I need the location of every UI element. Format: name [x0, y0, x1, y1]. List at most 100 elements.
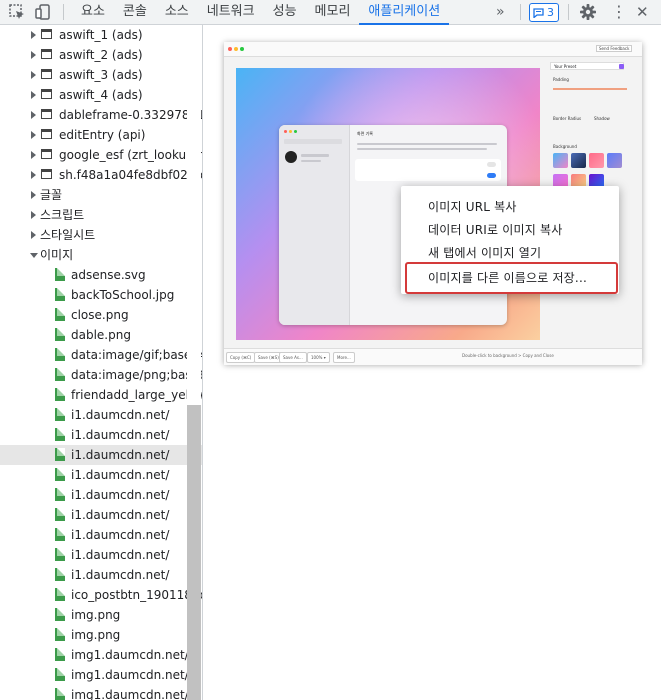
- tree-item-image[interactable]: i1.daumcdn.net/: [0, 485, 202, 505]
- menu-item-copy-image-url[interactable]: 이미지 URL 복사: [428, 198, 517, 215]
- tree-item-frame[interactable]: sh.f48a1a04fe8dbf021b4: [0, 165, 202, 185]
- tree-item-image[interactable]: img1.daumcdn.net/: [0, 665, 202, 685]
- tree-item-label: img.png: [71, 628, 121, 642]
- toolbar-separator: [520, 4, 521, 20]
- tree-item-image[interactable]: backToSchool.jpg: [0, 285, 202, 305]
- image-file-icon: [55, 628, 65, 641]
- tree-item-label: i1.daumcdn.net/: [71, 528, 170, 542]
- image-file-icon: [55, 528, 65, 541]
- tab-console[interactable]: 콘솔: [114, 0, 156, 24]
- more-tabs-button[interactable]: »: [496, 0, 505, 24]
- tree-item-label: data:image/gif;base64,: [71, 348, 203, 362]
- tree-item-image[interactable]: i1.daumcdn.net/: [0, 405, 202, 425]
- tree-item-image[interactable]: i1.daumcdn.net/: [0, 465, 202, 485]
- image-file-icon: [55, 288, 65, 301]
- tree-item-label: img1.daumcdn.net/: [71, 648, 189, 662]
- image-file-icon: [55, 328, 65, 341]
- tree-item-frame[interactable]: editEntry (api): [0, 125, 202, 145]
- tree-item-image[interactable]: ico_postbtn_190118.png: [0, 585, 202, 605]
- tab-network[interactable]: 네트워크: [198, 0, 264, 24]
- tab-performance[interactable]: 성능: [264, 0, 306, 24]
- chevron-right-icon: [31, 211, 36, 219]
- message-icon: [533, 7, 544, 18]
- tree-item-image[interactable]: i1.daumcdn.net/: [0, 445, 202, 465]
- tree-item-label: img.png: [71, 608, 121, 622]
- devtools-tabs: 요소 콘솔 소스 네트워크 성능 메모리 애플리케이션: [72, 0, 449, 25]
- gear-icon[interactable]: [579, 3, 597, 21]
- tree-group-label: 스타일시트: [40, 228, 96, 242]
- tree-scrollbar-thumb[interactable]: [187, 405, 201, 700]
- inspect-element-icon[interactable]: [8, 3, 26, 21]
- tree-item-image[interactable]: data:image/png;base64,: [0, 365, 202, 385]
- tree-item-frame[interactable]: dableframe-0.332978619: [0, 105, 202, 125]
- tab-elements[interactable]: 요소: [72, 0, 114, 24]
- tree-item-image[interactable]: img.png: [0, 605, 202, 625]
- tree-item-label: close.png: [71, 308, 129, 322]
- image-file-icon: [55, 508, 65, 521]
- frame-icon: [41, 49, 52, 59]
- messages-badge[interactable]: 3: [529, 3, 559, 22]
- tree-group[interactable]: 스크립트: [0, 205, 202, 225]
- tab-memory[interactable]: 메모리: [306, 0, 360, 24]
- tree-item-label: i1.daumcdn.net/: [71, 408, 170, 422]
- menu-item-copy-data-uri[interactable]: 데이터 URI로 이미지 복사: [428, 221, 562, 238]
- tree-item-image[interactable]: img1.daumcdn.net/: [0, 645, 202, 665]
- tree-item-image[interactable]: i1.daumcdn.net/: [0, 505, 202, 525]
- tree-group[interactable]: 글꼴: [0, 185, 202, 205]
- close-icon[interactable]: ✕: [636, 0, 649, 24]
- tree-item-image[interactable]: adsense.svg: [0, 265, 202, 285]
- tree-item-frame[interactable]: aswift_4 (ads): [0, 85, 202, 105]
- tree-item-image[interactable]: i1.daumcdn.net/: [0, 425, 202, 445]
- device-toolbar-icon[interactable]: [35, 3, 53, 21]
- tab-sources[interactable]: 소스: [156, 0, 198, 24]
- chevron-right-icon: [31, 51, 36, 59]
- tree-item-label: dableframe-0.332978619: [59, 108, 203, 122]
- tree-item-image[interactable]: data:image/gif;base64,: [0, 345, 202, 365]
- tree-item-label: aswift_1 (ads): [59, 28, 143, 42]
- tree-item-label: i1.daumcdn.net/: [71, 508, 170, 522]
- tree-group[interactable]: 스타일시트: [0, 225, 202, 245]
- frame-icon: [41, 69, 52, 79]
- tree-item-label: i1.daumcdn.net/: [71, 448, 170, 462]
- tree-group-images[interactable]: 이미지: [0, 245, 202, 265]
- tree-item-label: aswift_4 (ads): [59, 88, 143, 102]
- tree-item-image[interactable]: img.png: [0, 625, 202, 645]
- preview-bottom-bar: Copy (⌘C) Save (⌘S) Save As... 100% ▾ Mo…: [224, 348, 642, 365]
- highlight-box: [405, 262, 618, 294]
- image-file-icon: [55, 588, 65, 601]
- frame-icon: [41, 169, 52, 179]
- tree-group-label: 스크립트: [40, 208, 85, 222]
- tree-item-label: img1.daumcdn.net/: [71, 668, 189, 682]
- tree-item-image[interactable]: i1.daumcdn.net/: [0, 545, 202, 565]
- tree-item-image[interactable]: close.png: [0, 305, 202, 325]
- settings-window-title: 화면 기록: [357, 131, 373, 136]
- kebab-menu-icon[interactable]: ⋮: [611, 0, 627, 24]
- devtools-toolbar: 요소 콘솔 소스 네트워크 성능 메모리 애플리케이션 » 3 ⋮ ✕: [0, 0, 661, 25]
- tree-item-frame[interactable]: aswift_1 (ads): [0, 25, 202, 45]
- tree-item-image[interactable]: i1.daumcdn.net/: [0, 565, 202, 585]
- chevron-right-icon: [31, 191, 36, 199]
- image-file-icon: [55, 268, 65, 281]
- tree-item-frame[interactable]: google_esf (zrt_lookup.h: [0, 145, 202, 165]
- tree-item-frame[interactable]: aswift_3 (ads): [0, 65, 202, 85]
- tree-item-label: backToSchool.jpg: [71, 288, 175, 302]
- image-file-icon: [55, 428, 65, 441]
- tree-item-image[interactable]: i1.daumcdn.net/: [0, 525, 202, 545]
- image-file-icon: [55, 448, 65, 461]
- frame-icon: [41, 109, 52, 119]
- messages-count: 3: [547, 6, 554, 19]
- tree-item-label: sh.f48a1a04fe8dbf021b4: [59, 168, 203, 182]
- send-feedback-button: Send Feedback: [596, 45, 633, 52]
- tree-item-label: aswift_3 (ads): [59, 68, 143, 82]
- tree-item-frame[interactable]: aswift_2 (ads): [0, 45, 202, 65]
- tree-item-image[interactable]: dable.png: [0, 325, 202, 345]
- tab-application[interactable]: 애플리케이션: [359, 0, 449, 25]
- tree-item-image[interactable]: friendadd_large_yellow: [0, 385, 202, 405]
- close-dot: [228, 47, 232, 51]
- chevron-right-icon: [31, 131, 36, 139]
- image-file-icon: [55, 568, 65, 581]
- menu-item-open-in-new-tab[interactable]: 새 탭에서 이미지 열기: [428, 244, 541, 261]
- tree-item-image[interactable]: img1.daumcdn.net/: [0, 685, 202, 700]
- chevron-right-icon: [31, 111, 36, 119]
- resource-tree: aswift_1 (ads) aswift_2 (ads) aswift_3 (ad…: [0, 25, 203, 700]
